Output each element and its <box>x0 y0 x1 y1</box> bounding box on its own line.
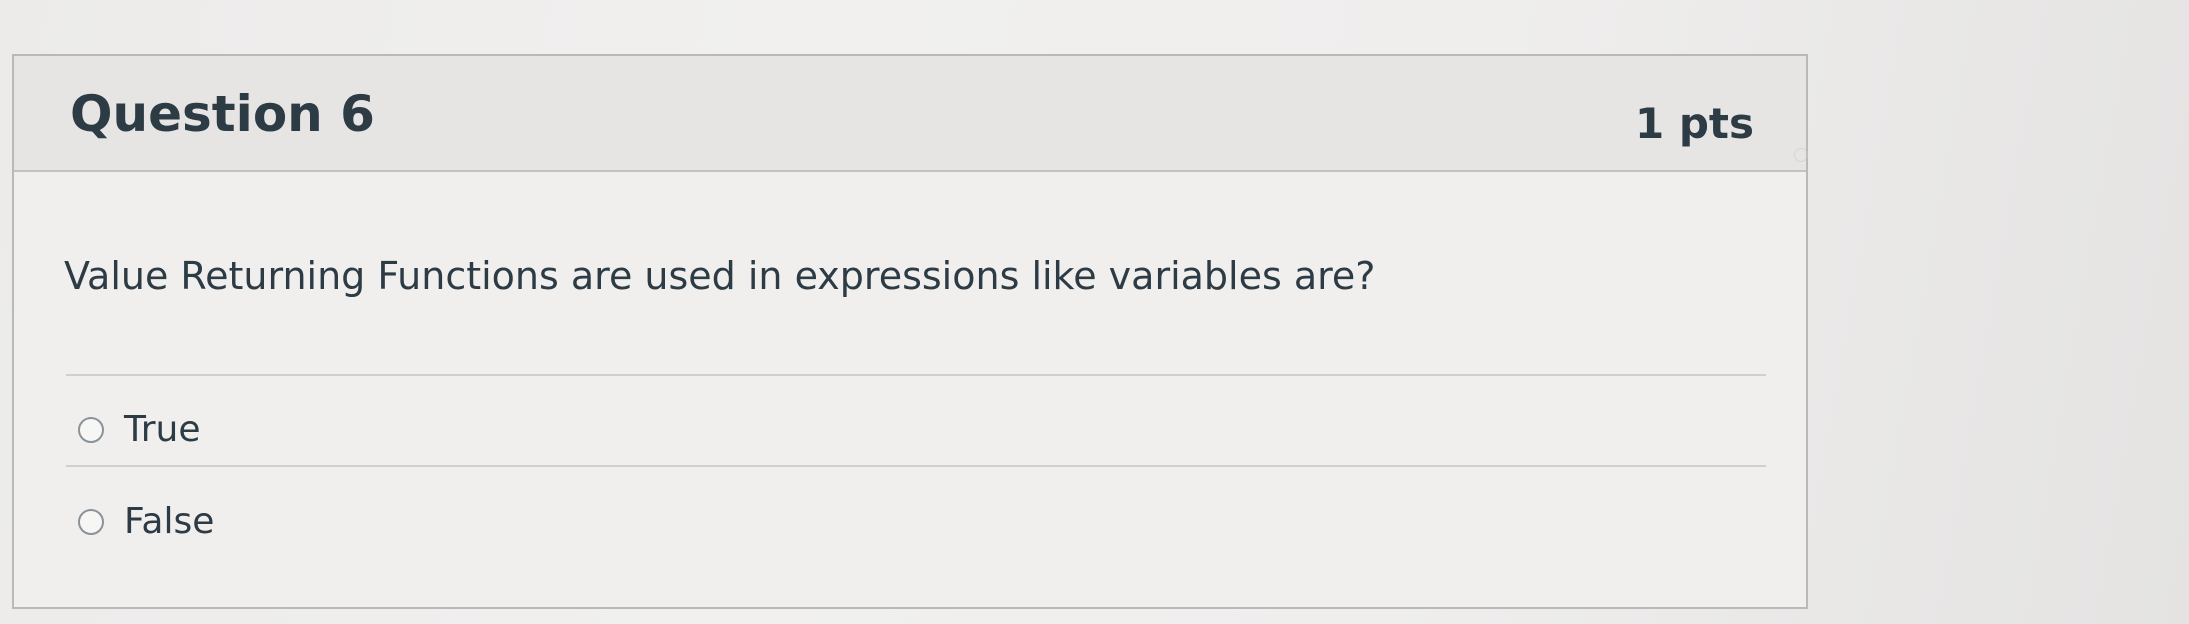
answer-label-false: False <box>124 501 215 542</box>
radio-true-icon[interactable] <box>78 417 104 443</box>
question-header: Question 6 1 pts <box>14 56 1806 172</box>
radio-false-icon[interactable] <box>78 509 104 535</box>
answer-label-true: True <box>124 409 201 450</box>
answer-divider <box>66 465 1766 467</box>
question-card: Question 6 1 pts Value Returning Functio… <box>12 54 1808 609</box>
question-title: Question 6 <box>70 85 375 143</box>
answer-option-true[interactable]: True <box>78 406 200 454</box>
question-text: Value Returning Functions are used in ex… <box>64 254 1376 298</box>
question-points: 1 pts <box>1635 99 1754 148</box>
answer-divider <box>66 374 1766 376</box>
answer-option-false[interactable]: False <box>78 498 214 546</box>
corner-mark-icon <box>1794 148 1808 162</box>
